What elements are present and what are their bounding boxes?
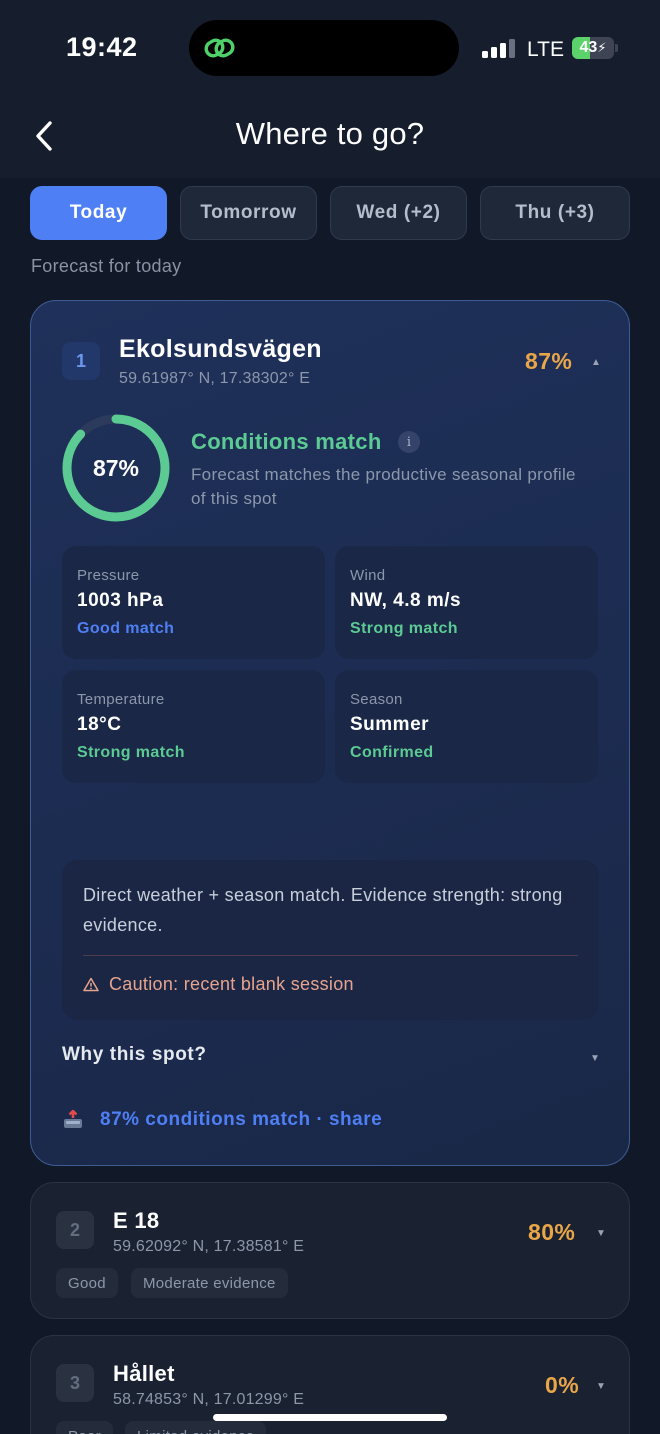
evidence-text: Direct weather + season match. Evidence … [83,885,563,935]
info-icon[interactable]: i [398,431,420,453]
caution-text: Caution: recent blank session [109,974,354,994]
conditions-title: Conditions match [191,429,382,454]
caution-note: Caution: recent blank session [83,974,354,995]
day-tabs: Today Tomorrow Wed (+2) Thu (+3) [30,186,630,240]
spot-name: E 18 [113,1208,160,1233]
conditions-description: Forecast matches the productive seasonal… [191,465,576,508]
page-title: Where to go? [235,116,425,151]
metric-status: Confirmed [350,744,434,761]
tab-thu[interactable]: Thu (+3) [480,186,630,240]
network-type: LTE [527,38,564,61]
chevron-up-icon[interactable]: ▲ [591,357,601,368]
match-ring-value: 87% [92,454,140,481]
rating-tag: Poor [56,1421,113,1434]
spot-coordinates: 59.61987° N, 17.38302° E [119,370,311,387]
chevron-down-icon[interactable]: ▼ [590,1053,600,1064]
metric-label: Wind [350,567,386,584]
link-icon [204,38,235,58]
share-text: 87% conditions match · share [100,1109,383,1130]
status-time: 19:42 [66,32,138,62]
cellular-signal-icon [482,38,516,58]
spot-coordinates: 58.74853° N, 17.01299° E [113,1391,305,1408]
battery-level: 43 [579,39,598,56]
spot-score: 87% [525,348,573,374]
metric-status: Strong match [350,620,458,637]
metric-wind: Wind NW, 4.8 m/s Strong match [335,546,598,659]
rating-tag: Good [56,1268,118,1298]
metric-season: Season Summer Confirmed [335,670,598,783]
rank-badge: 1 [62,342,100,380]
tab-tomorrow[interactable]: Tomorrow [180,186,317,240]
metric-label: Temperature [77,691,165,708]
evidence-panel: Direct weather + season match. Evidence … [62,860,599,1020]
chevron-down-icon[interactable]: ▼ [596,1228,606,1239]
spot-card-1[interactable]: 1 Ekolsundsvägen 59.61987° N, 17.38302° … [30,300,630,1166]
metric-status: Strong match [77,744,185,761]
metric-label: Season [350,691,403,708]
metric-value: NW, 4.8 m/s [350,590,462,611]
share-button[interactable]: 87% conditions match · share [62,1109,382,1131]
tab-today[interactable]: Today [30,186,167,240]
evidence-tag: Moderate evidence [131,1268,288,1298]
metric-pressure: Pressure 1003 hPa Good match [62,546,325,659]
metric-value: 18°C [77,714,122,735]
share-tray-icon [64,1109,82,1128]
tab-wed[interactable]: Wed (+2) [330,186,467,240]
metric-label: Pressure [77,567,140,584]
spot-name: Hållet [113,1361,175,1386]
metric-value: Summer [350,714,430,735]
spot-score: 80% [528,1219,576,1245]
why-this-spot-toggle[interactable]: Why this spot? [62,1044,207,1066]
spot-score: 0% [545,1372,580,1398]
metric-status: Good match [77,620,175,637]
metric-temperature: Temperature 18°C Strong match [62,670,325,783]
forecast-label: Forecast for today [31,256,182,276]
evidence-tag: Limited evidence [125,1421,267,1434]
spot-name: Ekolsundsvägen [119,335,322,363]
metric-value: 1003 hPa [77,590,164,611]
rank-badge: 3 [56,1364,94,1402]
spot-coordinates: 59.62092° N, 17.38581° E [113,1238,305,1255]
chevron-down-icon[interactable]: ▼ [596,1381,606,1392]
dynamic-island [189,20,459,76]
warning-icon [83,977,99,992]
divider [83,955,578,956]
rank-badge: 2 [56,1211,94,1249]
battery-icon: 43⚡ [572,37,618,59]
home-indicator[interactable] [213,1414,447,1421]
spot-card-2[interactable]: 2 E 18 59.62092° N, 17.38581° E 80% ▼ Go… [30,1182,630,1319]
